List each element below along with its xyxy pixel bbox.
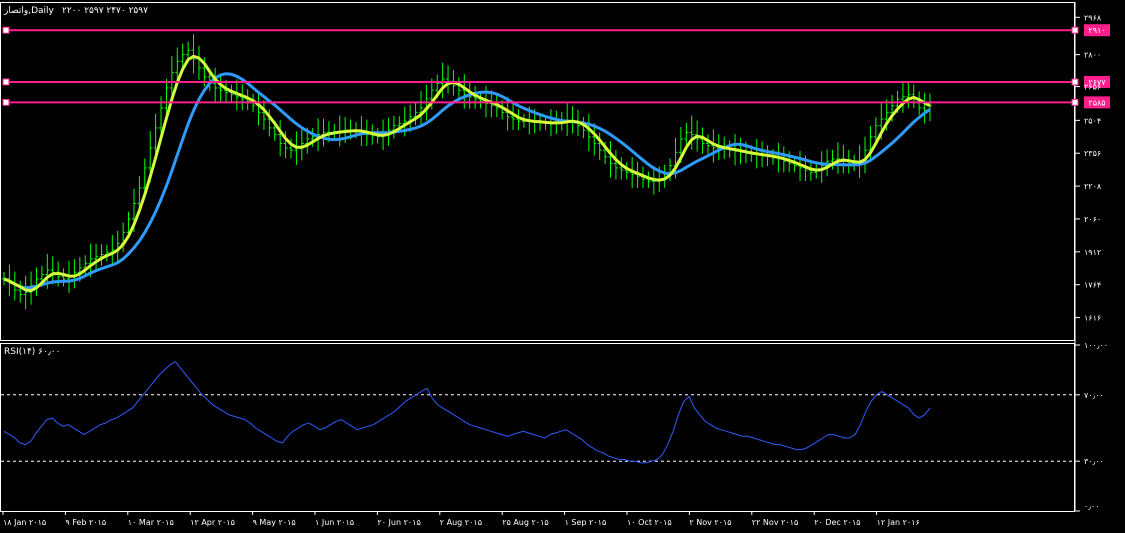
price-tick-label: ۲۲۰۸ [1084,182,1102,191]
horizontal-levels-layer: ۲۹۱۰۲۶۷۷۲۵۸۵ [2,24,1110,109]
chart-canvas[interactable]: واتصار,Daily ۲۲۰۰ ۲۵۹۷ ۲۴۷۰ ۲۵۹۷ RSI(۱۴)… [0,0,1125,533]
price-tick-label: ۲۶۵۶ [1084,83,1101,92]
time-tick-label: ۹ May ۲۰۱۵ [253,518,296,527]
price-tick-label: ۱۷۶۴ [1084,281,1101,290]
price-tick-label: ۲۵۰۴ [1084,116,1101,125]
time-tick-label: ۲ Aug ۲۰۱۵ [440,518,482,527]
price-tick-label: ۱۹۱۲ [1084,248,1101,257]
time-tick-label: ۱۰ Oct ۲۰۱۵ [627,518,672,527]
time-tick-label: ۱۰ Mar ۲۰۱۵ [128,518,174,527]
ohlc-text: ۲۲۰۰ ۲۵۹۷ ۲۴۷۰ ۲۵۹۷ [62,6,148,16]
time-tick-label: ۱۸ Jan ۲۰۱۵ [3,518,46,527]
time-tick-label: ۱ Jun ۲۰۱۵ [315,518,354,527]
rsi-tick-label: ۱۰۰٫۰۰ [1084,341,1108,350]
rsi-tick-label: ۳۰٫۰۰ [1084,457,1104,466]
time-tick-label: ۲۰ Jun ۲۰۱۵ [377,518,420,527]
price-tick-label: ۲۰۶۰ [1084,215,1101,224]
main-chart-frame [0,2,1075,341]
price-tick-label: ۱۶۱۶ [1084,314,1101,323]
moving-averages-layer [3,54,931,293]
level-handle-left [2,78,10,86]
time-tick-label: ۲۰ Dec ۲۰۱۵ [814,518,860,527]
level-handle-right [1071,98,1079,106]
rsi-line [3,360,931,464]
rsi-layer: ۱۰۰٫۰۰ ۷۰٫۰۰ ۳۰٫۰۰ ۰٫۰۰ [1,341,1108,512]
time-tick-label: ۹ Feb ۲۰۱۵ [65,518,106,527]
ma-fast-line [3,54,931,293]
time-tick-label: ۱ Sep ۲۰۱۵ [565,518,607,527]
time-tick-label: ۱۲ Apr ۲۰۱۵ [190,518,235,527]
symbol-title: واتصار,Daily [3,6,55,16]
time-tick-label: ۲۲ Nov ۲۰۱۵ [752,518,798,527]
level-handle-left [2,98,10,106]
chart-window: واتصار,Daily ۲۲۰۰ ۲۵۹۷ ۲۴۷۰ ۲۵۹۷ RSI(۱۴)… [0,0,1125,533]
rsi-frame [0,343,1075,512]
price-tick-label: ۲۹۶۸ [1084,13,1102,22]
level-handle-left [2,26,10,34]
price-tick-label: ۲۸۰۰ [1084,51,1101,60]
level-handle-right [1071,26,1079,34]
level-handle-right [1071,78,1079,86]
rsi-tick-label: ۰٫۰۰ [1084,502,1100,511]
ma-slow-line [3,72,931,290]
rsi-tick-label: ۷۰٫۰۰ [1084,391,1104,400]
rsi-title: RSI(۱۴) ۶۰٫۰۰ [4,347,60,357]
time-tick-label: ۲۵ Aug ۲۰۱۵ [502,518,549,527]
candles-layer [2,34,932,310]
time-tick-label: ۱۲ Jan ۲۰۱۶ [877,518,920,527]
price-axis: ۲۹۶۸ ۲۸۰۰ ۲۶۵۶ ۲۵۰۴ ۲۳۵۶ ۲۲۰۸ ۲۰۶۰ ۱۹۱۲ ۱۷۶۴ ۱۶۱۶ [1075,13,1102,323]
level-price-tag-label: ۲۵۸۵ [1088,98,1105,107]
time-axis: ۱۸ Jan ۲۰۱۵ ۹ Feb ۲۰۱۵ ۱۰ Mar ۲۰۱۵ ۱۲ Apr ۲… [2,511,920,527]
level-price-tag-label: ۲۹۱۰ [1088,26,1105,35]
time-tick-label: ۲ Nov ۲۰۱۵ [689,518,731,527]
price-tick-label: ۲۳۵۶ [1084,149,1101,158]
